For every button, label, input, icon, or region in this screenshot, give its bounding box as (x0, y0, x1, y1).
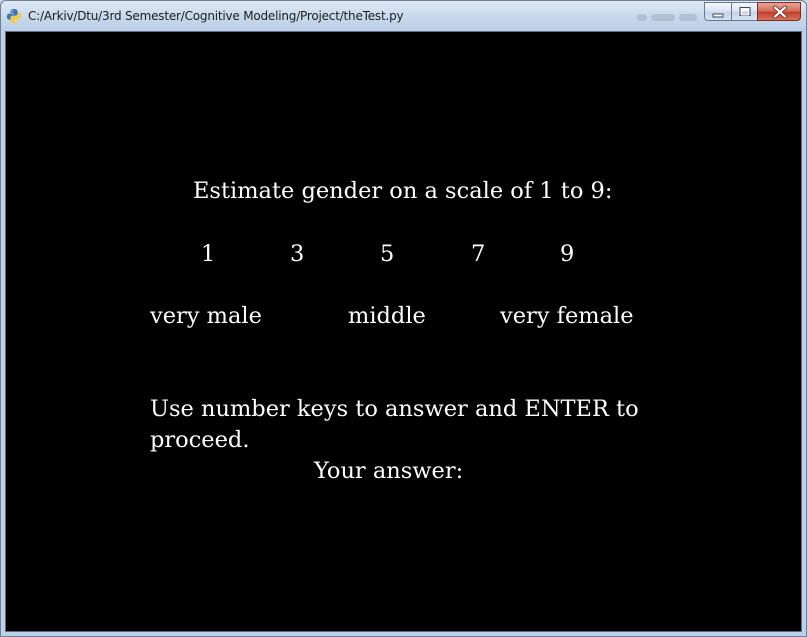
answer-label: Your answer: (314, 458, 464, 484)
python-icon (6, 8, 22, 24)
scale-number-7: 7 (471, 241, 486, 267)
scale-number-3: 3 (290, 241, 305, 267)
scale-number-9: 9 (560, 241, 575, 267)
maximize-icon (739, 7, 751, 16)
background-window-controls (637, 7, 707, 21)
scale-label-mid: middle (348, 303, 426, 329)
instruction-text-line1: Use number keys to answer and ENTER to (150, 396, 639, 422)
close-button[interactable] (757, 2, 801, 21)
close-icon (773, 5, 787, 19)
question-prompt: Estimate gender on a scale of 1 to 9: (193, 178, 613, 204)
scale-label-high: very female (500, 303, 634, 329)
minimize-button[interactable] (704, 2, 731, 21)
scale-number-1: 1 (201, 241, 216, 267)
title-bar[interactable]: C:/Arkiv/Dtu/3rd Semester/Cognitive Mode… (1, 1, 806, 31)
app-window: C:/Arkiv/Dtu/3rd Semester/Cognitive Mode… (0, 0, 807, 637)
minimize-icon (712, 13, 724, 18)
scale-label-low: very male (150, 303, 262, 329)
instruction-text-line2: proceed. (150, 427, 250, 453)
window-title: C:/Arkiv/Dtu/3rd Semester/Cognitive Mode… (28, 9, 404, 23)
scale-number-5: 5 (380, 241, 395, 267)
maximize-button[interactable] (731, 2, 757, 21)
answer-prompt[interactable]: Your answer: (314, 460, 463, 483)
stimulus-canvas[interactable]: Estimate gender on a scale of 1 to 9: 1 … (5, 31, 802, 632)
